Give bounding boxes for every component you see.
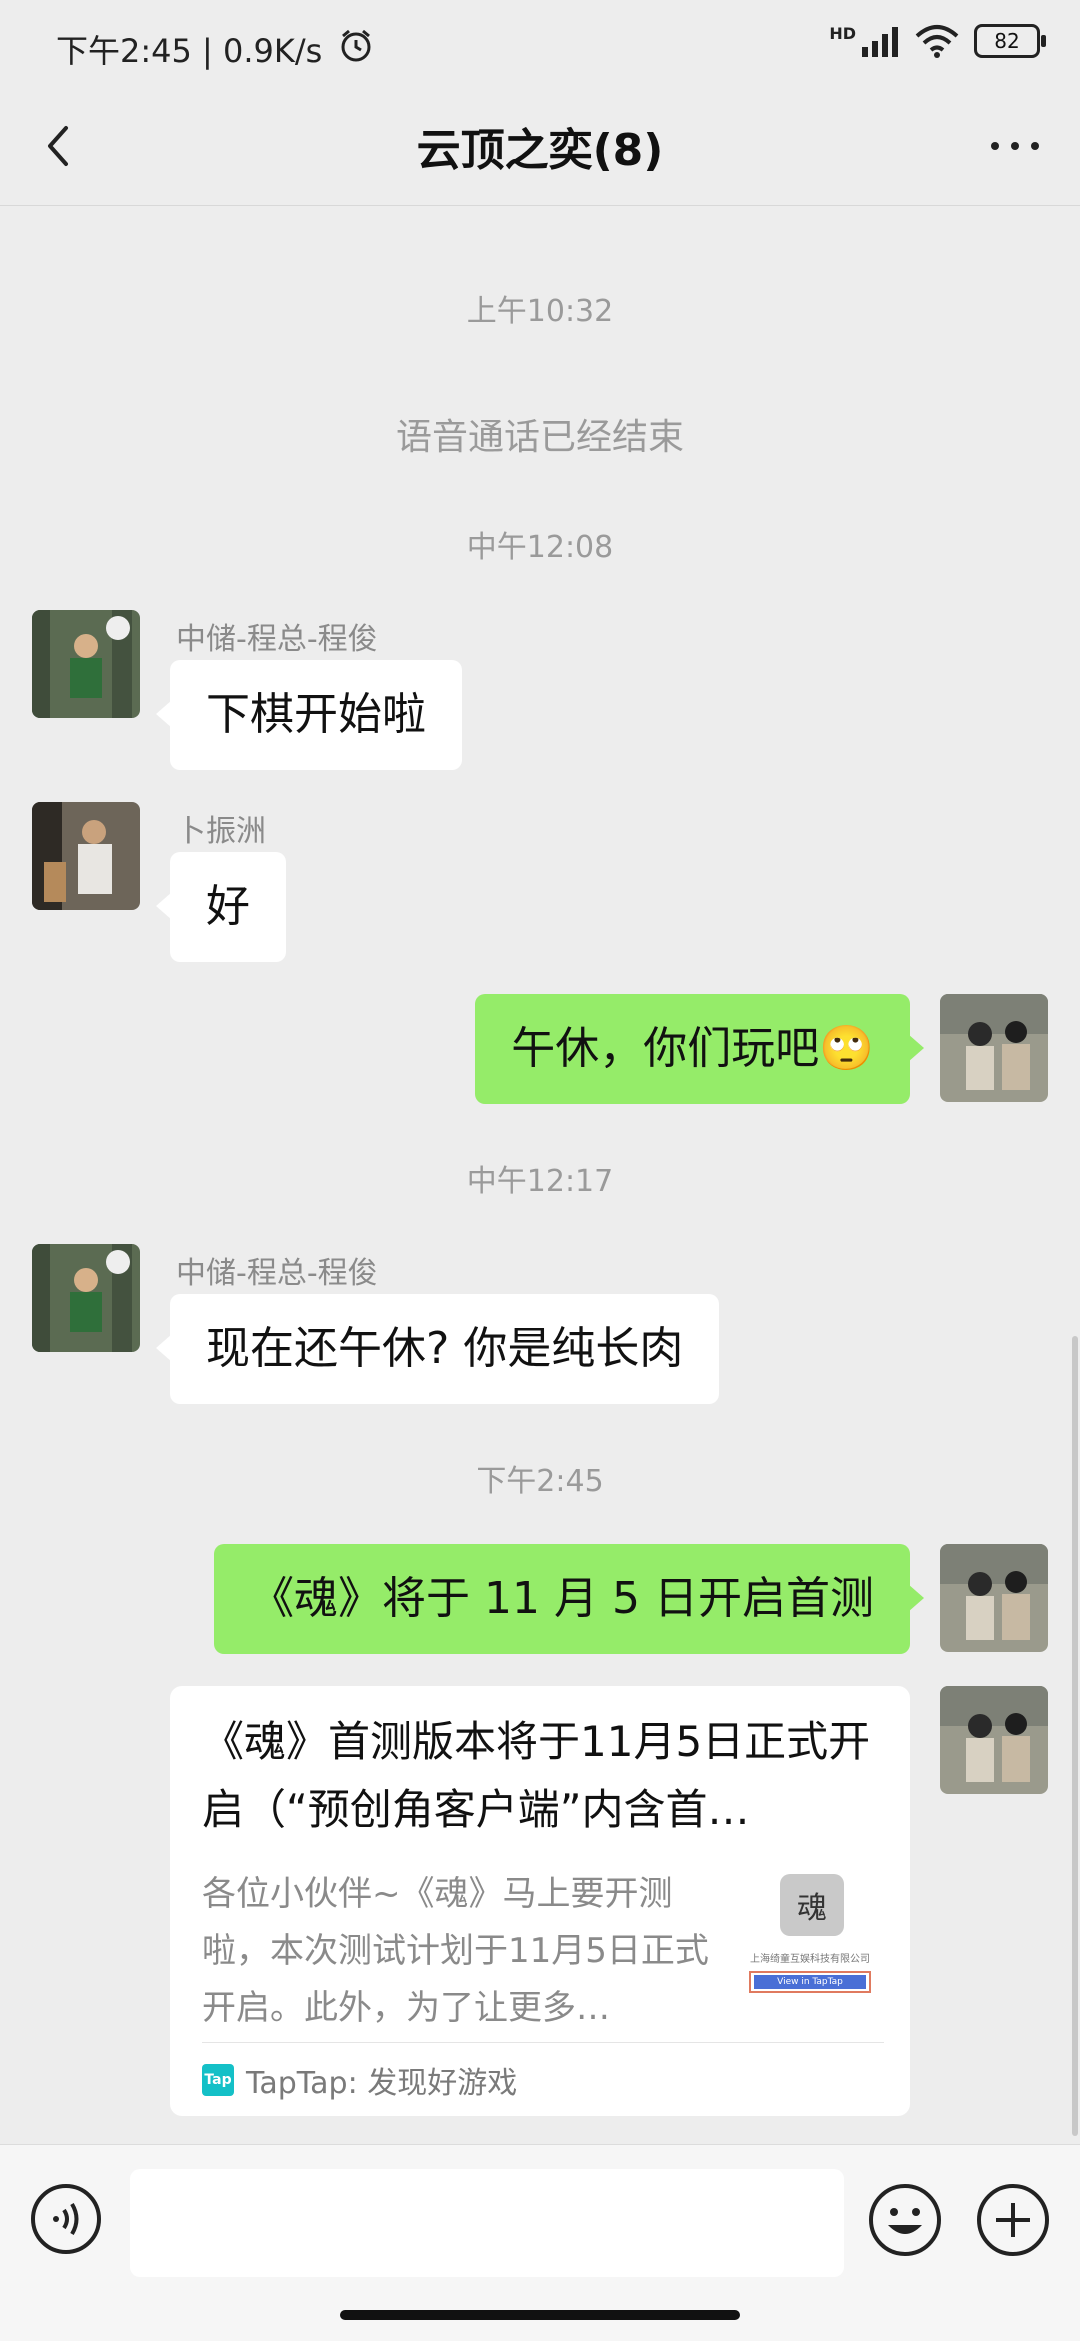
input-bar [0, 2144, 1080, 2341]
voice-icon[interactable] [30, 2183, 102, 2255]
avatar-self[interactable] [940, 1544, 1048, 1652]
battery-indicator: 82 [974, 24, 1046, 58]
timestamp: 上午10:32 [466, 294, 614, 329]
sender-name: 中储-程总-程俊 [176, 1256, 378, 1291]
alarm-icon [341, 29, 371, 62]
status-bar: 下午2:45 | 0.9K/s HD 82 [0, 0, 1080, 90]
status-indicators: HD 82 [829, 23, 1046, 58]
timestamp: 中午12:08 [466, 530, 614, 565]
link-card-thumbnail: 魂 上海绮童互娱科技有限公司 View in TapTap [740, 1866, 880, 2016]
more-icon[interactable] [980, 116, 1050, 176]
timestamp: 下午2:45 [476, 1464, 604, 1499]
sender-name: 中储-程总-程俊 [176, 622, 378, 657]
signal-icon [862, 27, 898, 57]
link-card[interactable]: 《魂》首测版本将于11月5日正式开启（“预创角客户端”内含首… 各位小伙伴~《魂… [170, 1686, 910, 2116]
message-input[interactable] [130, 2169, 844, 2277]
sender-name: 卜振洲 [176, 814, 266, 849]
card-divider [202, 2042, 884, 2043]
link-card-source: Tap TapTap: 发现好游戏 [202, 2058, 517, 2102]
link-card-description: 各位小伙伴~《魂》马上要开测啦，本次测试计划于11月5日正式开启。此外，为了让更… [202, 1874, 709, 2028]
timestamp: 中午12:17 [466, 1164, 614, 1199]
source-label: TapTap: 发现好游戏 [246, 2066, 518, 2101]
thumbnail-button-label: View in TapTap [777, 1977, 843, 1987]
thumbnail-caption: 上海绮童互娱科技有限公司 [750, 1954, 870, 1965]
game-logo-icon: 魂 [749, 1874, 871, 1993]
avatar[interactable] [32, 610, 140, 718]
message-bubble[interactable]: 下棋开始啦 [156, 660, 462, 770]
svg-text:魂: 魂 [797, 1891, 827, 1926]
plus-icon[interactable] [976, 2183, 1050, 2257]
avatar[interactable] [32, 802, 140, 910]
scrollbar[interactable] [1072, 1336, 1078, 2136]
message-bubble[interactable]: 现在还午休? 你是纯长肉 [155, 1294, 720, 1404]
emoji-icon[interactable] [868, 2183, 942, 2257]
taptap-icon: Tap [202, 2064, 234, 2096]
avatar-self[interactable] [940, 1686, 1048, 1794]
message-bubble-outgoing[interactable]: 《魂》将于 11 月 5 日开启首测 [214, 1544, 924, 1654]
link-card-title: 《魂》首测版本将于11月5日正式开启（“预创角客户端”内含首… [202, 1717, 871, 1834]
chat-header: 云顶之奕(8) [0, 90, 1080, 206]
message-bubble-outgoing[interactable]: 午休，你们玩吧🙄 [475, 994, 924, 1104]
chat-title: 云顶之奕(8) [416, 125, 664, 176]
message-bubble[interactable]: 好 [156, 852, 286, 962]
avatar-self[interactable] [940, 994, 1048, 1102]
avatar[interactable] [32, 1244, 140, 1352]
wifi-icon [915, 25, 959, 58]
status-time: 下午2:45 | 0.9K/s [56, 32, 323, 70]
network-type: HD [829, 23, 856, 43]
home-indicator[interactable] [340, 2310, 740, 2320]
system-message: 语音通话已经结束 [395, 417, 684, 458]
